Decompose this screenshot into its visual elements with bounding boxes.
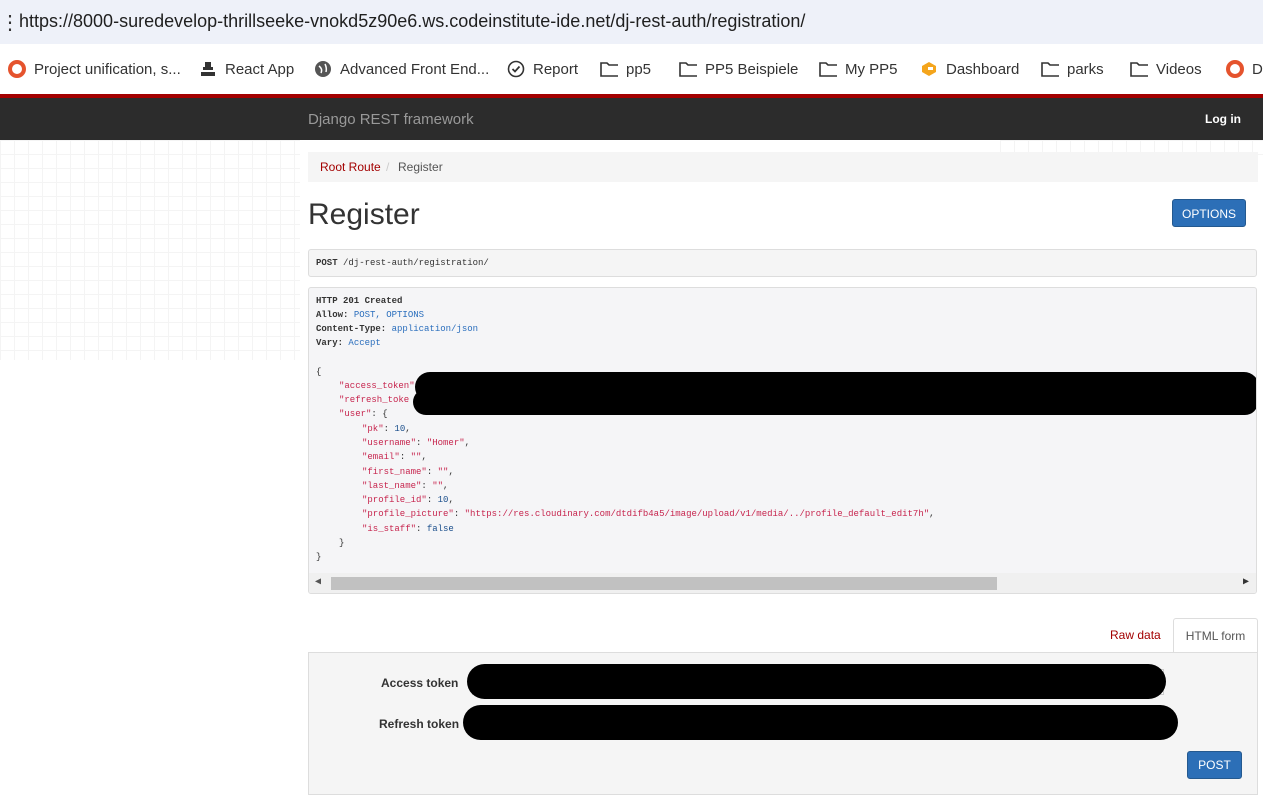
folder-icon <box>600 60 618 78</box>
redaction-mark <box>413 389 1256 415</box>
bookmark-label: Project unification, s... <box>34 60 181 78</box>
redaction-mark <box>467 664 1166 699</box>
json-user-key: "user": { <box>339 409 388 419</box>
bookmarks-bar: Project unification, s... React App Adva… <box>0 44 1263 94</box>
request-path: /dj-rest-auth/registration/ <box>343 258 489 268</box>
bookmark-videos[interactable]: Videos <box>1130 58 1202 80</box>
response-status: HTTP 201 Created <box>316 296 403 306</box>
bookmark-react-app[interactable]: React App <box>199 58 294 80</box>
breadcrumb-root-link[interactable]: Root Route <box>320 160 381 174</box>
scroll-right-icon[interactable]: ▶ <box>1243 576 1249 588</box>
bookmark-label: Videos <box>1156 60 1202 78</box>
bookmark-label: My PP5 <box>845 60 898 78</box>
tool-icon <box>199 60 217 78</box>
json-field: "first_name": "", <box>362 467 454 477</box>
bookmark-label: parks <box>1067 60 1104 78</box>
breadcrumb: Root Route / Register <box>308 152 1258 182</box>
options-button[interactable]: OPTIONS <box>1172 199 1246 227</box>
refresh-token-label: Refresh token <box>379 717 460 731</box>
bookmark-report[interactable]: Report <box>507 58 578 80</box>
site-info-icon[interactable]: ⋮ <box>0 10 20 35</box>
post-button[interactable]: POST <box>1187 751 1242 779</box>
scroll-left-icon[interactable]: ◀ <box>315 576 321 588</box>
bookmark-label: Advanced Front End... <box>340 60 490 78</box>
json-field: "pk": 10, <box>362 424 411 434</box>
brand-link[interactable]: Django REST framework <box>308 111 474 128</box>
bookmark-label: PP5 Beispiele <box>705 60 799 78</box>
json-field: "is_staff": false <box>362 524 454 534</box>
response-header: Allow: POST, OPTIONS <box>316 310 425 320</box>
bookmark-label: React App <box>225 60 295 78</box>
bookmark-pp5[interactable]: pp5 <box>600 58 651 80</box>
bookmark-label: D <box>1252 60 1263 78</box>
scrollbar-thumb[interactable] <box>331 577 997 590</box>
json-field: "profile_picture": "https://res.cloudina… <box>362 509 935 519</box>
json-field: "email": "", <box>362 452 427 462</box>
bookmark-advanced-front-end[interactable]: Advanced Front End... <box>314 58 489 80</box>
check-circle-icon <box>507 60 525 78</box>
json-refresh-token-key: "refresh_toke <box>339 395 410 405</box>
bookmark-label: pp5 <box>626 60 652 78</box>
tab-raw-data[interactable]: Raw data <box>1110 628 1161 642</box>
folder-icon <box>1130 60 1148 78</box>
circle-o-icon <box>8 60 26 78</box>
tab-html-form[interactable]: HTML form <box>1173 618 1258 653</box>
request-info: POST /dj-rest-auth/registration/ <box>308 249 1257 277</box>
bookmark-my-pp5[interactable]: My PP5 <box>819 58 898 80</box>
bookmark-label: Dashboard <box>946 60 1020 78</box>
access-token-label: Access token <box>381 676 459 690</box>
json-field: "last_name": "", <box>362 481 449 491</box>
top-navbar: Django REST framework Log in <box>0 94 1263 140</box>
response-panel: HTTP 201 Created Allow: POST, OPTIONS Co… <box>308 287 1257 594</box>
circle-o-icon <box>1226 60 1244 78</box>
breadcrumb-current: Register <box>398 160 443 174</box>
bookmark-d[interactable]: D <box>1226 58 1263 80</box>
json-field: "profile_id": 10, <box>362 495 454 505</box>
address-bar[interactable]: ⋮ https://8000-suredevelop-thrillseeke-v… <box>0 0 1263 44</box>
bookmark-label: Report <box>533 60 579 78</box>
redaction-mark <box>463 705 1178 740</box>
folder-icon <box>1041 60 1059 78</box>
folder-icon <box>819 60 837 78</box>
json-field: "username": "Homer", <box>362 438 471 448</box>
bookmark-pp5-beispiele[interactable]: PP5 Beispiele <box>679 58 798 80</box>
json-access-token-key: "access_token" <box>339 381 415 391</box>
json-open-brace: { <box>316 367 322 377</box>
bookmark-project-unification[interactable]: Project unification, s... <box>8 58 181 80</box>
horizontal-scrollbar[interactable]: ◀ ▶ <box>309 573 1256 593</box>
globe-icon <box>314 60 332 78</box>
background-grid <box>0 140 300 360</box>
request-method: POST <box>316 258 338 268</box>
folder-icon <box>679 60 697 78</box>
g-logo-icon <box>920 60 938 78</box>
response-header: Vary: Accept <box>316 338 381 348</box>
bookmark-dashboard[interactable]: Dashboard <box>920 58 1019 80</box>
json-user-close-brace: } <box>339 538 345 548</box>
bookmark-parks[interactable]: parks <box>1041 58 1104 80</box>
page-title: Register <box>308 198 420 231</box>
url-text[interactable]: https://8000-suredevelop-thrillseeke-vno… <box>19 11 805 32</box>
breadcrumb-separator: / <box>386 160 390 174</box>
login-link[interactable]: Log in <box>1205 112 1241 126</box>
response-header: Content-Type: application/json <box>316 324 479 334</box>
json-close-brace: } <box>316 552 322 562</box>
